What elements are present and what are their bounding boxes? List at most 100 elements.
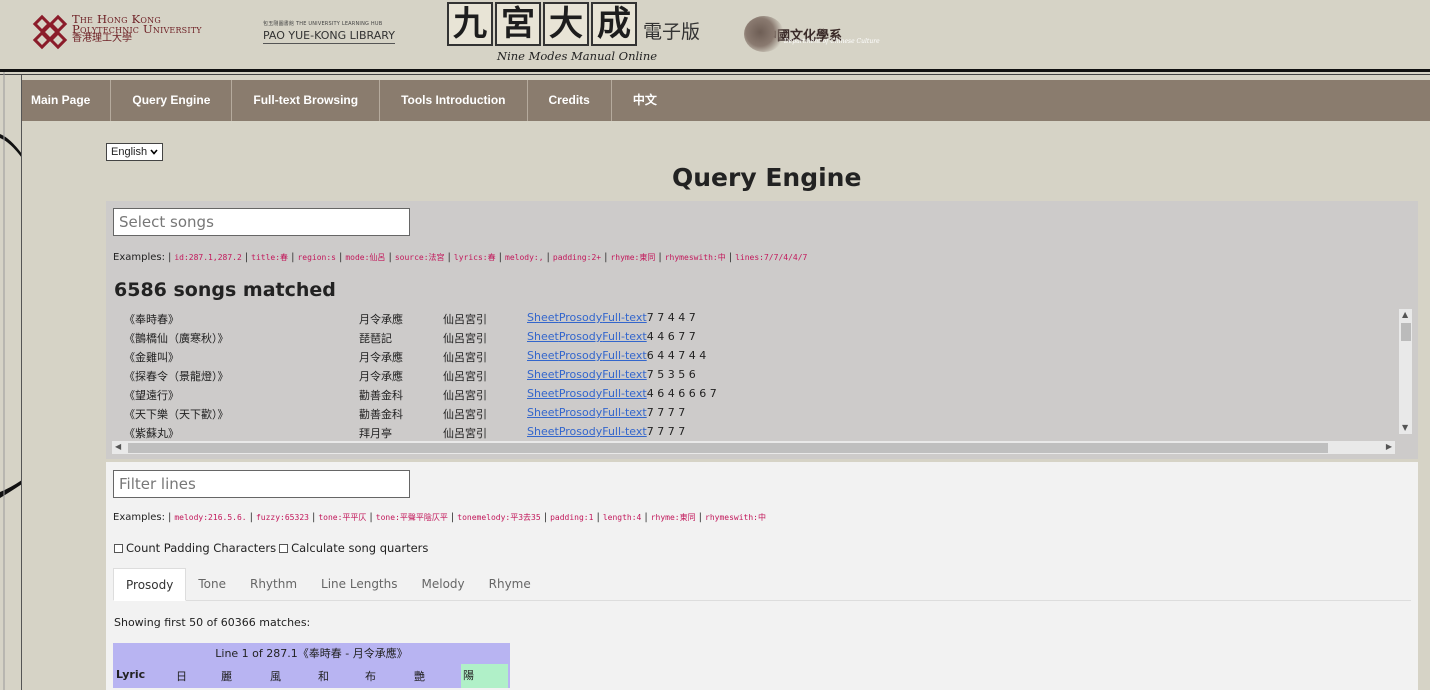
example-query[interactable]: rhymeswith:中 <box>665 253 726 262</box>
song-row[interactable]: 《鵲橋仙（廣寒秋）》 琵琶記 仙呂宮引 SheetProsodyFull-tex… <box>112 330 1402 349</box>
nav-main-page[interactable]: Main Page <box>22 80 112 121</box>
result-line-heading[interactable]: Line 1 of 287.1《奉時春 - 月令承應》 <box>113 643 510 664</box>
prosody-link[interactable]: Prosody <box>559 425 602 438</box>
example-query[interactable]: lines:7/7/4/4/7 <box>735 253 807 262</box>
full-text-link[interactable]: Full-text <box>602 425 647 438</box>
prosody-link[interactable]: Prosody <box>559 387 602 400</box>
song-title: 《鵲橋仙（廣寒秋）》 <box>124 332 229 345</box>
full-text-link[interactable]: Full-text <box>602 330 647 343</box>
song-source: 琵琶記 <box>359 332 392 345</box>
sheet-link[interactable]: Sheet <box>527 311 559 324</box>
main-nav: Main Page Query Engine Full-text Browsin… <box>22 80 1430 121</box>
sheet-link[interactable]: Sheet <box>527 425 559 438</box>
select-songs-input[interactable]: Select songs <box>113 208 410 236</box>
song-lines: 7 7 4 4 7 <box>646 311 696 324</box>
example-query[interactable]: fuzzy:65323 <box>256 513 309 522</box>
title-char: 成 <box>591 2 637 46</box>
song-mode: 仙呂宮引 <box>443 313 487 326</box>
count-padding-label[interactable]: Count Padding Characters <box>126 541 276 555</box>
song-lines: 7 7 7 7 <box>646 425 686 438</box>
tab-tone[interactable]: Tone <box>186 568 238 601</box>
example-query[interactable]: melody:, <box>505 253 544 262</box>
scrollbar-thumb[interactable] <box>128 443 1328 453</box>
example-query[interactable]: tonemelody:平3去35 <box>457 513 540 522</box>
department-logo[interactable]: 中國文化學系 Department of Chinese Culture <box>744 16 880 52</box>
sheet-link[interactable]: Sheet <box>527 406 559 419</box>
nav-chinese[interactable]: 中文 <box>612 80 678 121</box>
example-query[interactable]: source:法宮 <box>395 253 445 262</box>
nav-credits[interactable]: Credits <box>528 80 612 121</box>
nav-full-text-browsing[interactable]: Full-text Browsing <box>232 80 381 121</box>
prosody-link[interactable]: Prosody <box>559 349 602 362</box>
lyric-row-label: Lyric <box>116 668 146 681</box>
sheet-link[interactable]: Sheet <box>527 387 559 400</box>
full-text-link[interactable]: Full-text <box>602 349 647 362</box>
tab-melody[interactable]: Melody <box>410 568 477 601</box>
lyric-char: 風 <box>270 670 281 683</box>
song-list-vertical-scrollbar[interactable]: ▲ ▼ <box>1399 309 1412 434</box>
polyu-logo-block[interactable]: The Hong Kong Polytechnic University 香港理… <box>32 13 202 50</box>
song-mode: 仙呂宮引 <box>443 332 487 345</box>
prosody-link[interactable]: Prosody <box>559 406 602 419</box>
song-row[interactable]: 《奉時春》 月令承應 仙呂宮引 SheetProsodyFull-text7 7… <box>112 311 1402 330</box>
tab-prosody[interactable]: Prosody <box>113 568 187 601</box>
sheet-link[interactable]: Sheet <box>527 368 559 381</box>
example-query[interactable]: tone:平平仄 <box>318 513 366 522</box>
example-query[interactable]: rhyme:東同 <box>610 253 655 262</box>
filter-lines-input[interactable]: Filter lines <box>113 470 410 498</box>
song-title: 《望遠行》 <box>124 389 179 402</box>
tab-line-lengths[interactable]: Line Lengths <box>309 568 409 601</box>
sheet-link[interactable]: Sheet <box>527 349 559 362</box>
full-text-link[interactable]: Full-text <box>602 368 647 381</box>
scroll-down-icon[interactable]: ▼ <box>1402 423 1408 432</box>
language-selected: English <box>111 146 148 158</box>
language-select[interactable]: English <box>106 143 164 161</box>
example-query[interactable]: length:4 <box>603 513 642 522</box>
nav-query-engine[interactable]: Query Engine <box>111 80 233 121</box>
full-text-link[interactable]: Full-text <box>602 387 647 400</box>
example-query[interactable]: rhyme:東同 <box>651 513 696 522</box>
example-query[interactable]: padding:1 <box>550 513 593 522</box>
example-query[interactable]: padding:2+ <box>553 253 601 262</box>
song-quarters-checkbox[interactable] <box>279 543 289 553</box>
song-mode: 仙呂宮引 <box>443 370 487 383</box>
prosody-link[interactable]: Prosody <box>559 330 602 343</box>
tab-rhyme[interactable]: Rhyme <box>477 568 543 601</box>
full-text-link[interactable]: Full-text <box>602 311 647 324</box>
song-row[interactable]: 《探春令（景龍燈）》 月令承應 仙呂宮引 SheetProsodyFull-te… <box>112 368 1402 387</box>
site-title-logo[interactable]: 九 宮 大 成 電子版 Nine Modes Manual Online <box>447 2 707 68</box>
example-query[interactable]: mode:仙呂 <box>345 253 385 262</box>
song-quarters-label[interactable]: Calculate song quarters <box>291 541 428 555</box>
sheet-link[interactable]: Sheet <box>527 330 559 343</box>
department-name-en: Department of Chinese Culture <box>784 38 880 45</box>
song-mode: 仙呂宮引 <box>443 351 487 364</box>
example-query[interactable]: rhymeswith:中 <box>705 513 766 522</box>
full-text-link[interactable]: Full-text <box>602 406 647 419</box>
example-query[interactable]: lyrics:春 <box>454 253 496 262</box>
tab-rhythm[interactable]: Rhythm <box>238 568 309 601</box>
prosody-link[interactable]: Prosody <box>559 311 602 324</box>
scroll-up-icon[interactable]: ▲ <box>1402 310 1408 319</box>
scroll-left-icon[interactable]: ◀ <box>115 442 121 451</box>
song-row[interactable]: 《望遠行》 勸善金科 仙呂宮引 SheetProsodyFull-text4 6… <box>112 387 1402 406</box>
song-row[interactable]: 《天下樂（天下歡）》 勸善金科 仙呂宮引 SheetProsodyFull-te… <box>112 406 1402 425</box>
example-query[interactable]: id:287.1,287.2 <box>174 253 241 262</box>
prosody-result-table: Line 1 of 287.1《奉時春 - 月令承應》 Lyric 日 麗 風 … <box>113 643 510 690</box>
example-query[interactable]: title:春 <box>251 253 288 262</box>
line-filter-panel: Filter lines Examples: | melody:216.5.6. | f… <box>106 462 1418 690</box>
song-row[interactable]: 《金雞叫》 月令承應 仙呂宮引 SheetProsodyFull-text6 4… <box>112 349 1402 368</box>
example-query[interactable]: region:s <box>297 253 336 262</box>
example-query[interactable]: tone:平聲平陰仄平 <box>376 513 448 522</box>
nav-tools-introduction[interactable]: Tools Introduction <box>380 80 528 121</box>
analysis-tabs: Prosody Tone Rhythm Line Lengths Melody … <box>113 568 1411 601</box>
library-logo[interactable]: 包玉剛圖書館 THE UNIVERSITY LEARNING HUB PAO Y… <box>263 20 395 44</box>
scroll-right-icon[interactable]: ▶ <box>1386 442 1392 451</box>
scrollbar-thumb[interactable] <box>1401 323 1411 341</box>
lyric-char: 麗 <box>221 670 232 683</box>
prosody-link[interactable]: Prosody <box>559 368 602 381</box>
lyric-char: 和 <box>318 670 329 683</box>
songs-matched-count: 6586 songs matched <box>114 279 336 301</box>
count-padding-checkbox[interactable] <box>114 543 123 553</box>
song-list-horizontal-scrollbar[interactable]: ◀ ▶ <box>112 441 1395 454</box>
example-query[interactable]: melody:216.5.6. <box>174 513 246 522</box>
